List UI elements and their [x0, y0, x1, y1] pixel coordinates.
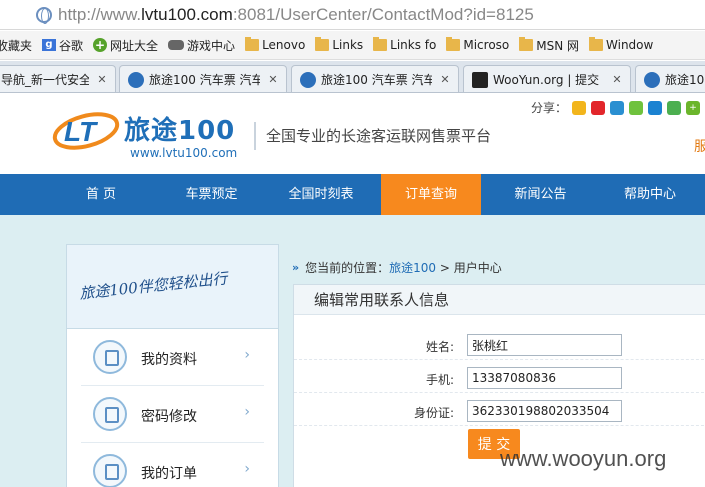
nav-timetable[interactable]: 全国时刻表: [261, 174, 381, 215]
main-nav: 首 页 车票预定 全国时刻表 订单查询 新闻公告 帮助中心: [0, 174, 705, 215]
pencil-icon: [93, 454, 127, 487]
site-slogan: 全国专业的长途客运联网售票平台: [266, 127, 492, 145]
nav-order-query[interactable]: 订单查询: [381, 174, 481, 215]
folder-icon: [373, 37, 388, 51]
form-row-phone: 手机:: [294, 363, 705, 393]
kaixin-icon[interactable]: [667, 100, 682, 115]
logo-text[interactable]: 旅途100: [124, 110, 235, 147]
bookmark-links-for[interactable]: Links fo: [373, 37, 436, 52]
close-icon[interactable]: ✕: [438, 73, 452, 86]
renren-icon[interactable]: [610, 100, 625, 115]
panel-title: 编辑常用联系人信息: [294, 285, 705, 315]
wooyun-favicon-icon: [472, 71, 488, 88]
bookmark-microsoft[interactable]: Microso: [446, 37, 509, 52]
user-sidebar: 旅途100伴您轻松出行 我的资料 › 密码修改 › 我的订单 ›: [66, 244, 279, 487]
chevron-right-icon: ›: [244, 347, 250, 363]
folder-icon: [519, 37, 534, 51]
sidebar-item-orders[interactable]: 我的订单 ›: [81, 443, 264, 487]
pengyou-icon[interactable]: [629, 100, 644, 115]
sidebar-banner: 旅途100伴您轻松出行: [67, 245, 278, 329]
more-share-icon[interactable]: +: [686, 100, 701, 115]
clipboard-icon: [93, 340, 127, 374]
bookmark-google[interactable]: g 谷歌: [42, 37, 83, 54]
close-icon[interactable]: ✕: [266, 73, 280, 86]
bookmark-lenovo[interactable]: Lenovo: [245, 37, 305, 52]
breadcrumb-home-link[interactable]: 旅途100: [389, 259, 436, 276]
tab-lvtu-2[interactable]: 旅途100 汽车票 汽车 ✕: [291, 65, 459, 92]
nav-ticket-booking[interactable]: 车票预定: [162, 174, 261, 215]
form-row-idcard: 身份证:: [294, 396, 705, 426]
bookmark-links[interactable]: Links: [315, 37, 363, 52]
gamepad-icon: [168, 40, 185, 50]
nav-news[interactable]: 新闻公告: [481, 174, 600, 215]
address-bar[interactable]: http://www.lvtu100.com:8081/UserCenter/C…: [0, 0, 705, 30]
phone-input[interactable]: [467, 367, 622, 389]
sidebar-item-profile[interactable]: 我的资料 ›: [81, 329, 264, 386]
chevron-right-icon: ›: [244, 404, 250, 420]
breadcrumb: » 您当前的位置： 旅途100 > 用户中心: [292, 259, 502, 276]
folder-icon: [245, 37, 260, 51]
folder-icon: [446, 37, 461, 51]
weibo-icon[interactable]: [591, 100, 606, 115]
tab-wooyun[interactable]: WooYun.org | 提交 ✕: [463, 65, 631, 92]
double-arrow-icon: »: [292, 261, 300, 274]
bookmark-hao123[interactable]: + 网址大全: [93, 37, 158, 54]
folder-icon: [315, 37, 330, 51]
phone-label: 手机:: [425, 373, 454, 387]
share-bar: 分享： +: [531, 99, 701, 116]
name-label: 姓名:: [425, 340, 454, 354]
bookmark-windows[interactable]: Window: [589, 37, 653, 52]
sidebar-item-password[interactable]: 密码修改 ›: [81, 386, 264, 443]
qzone-icon[interactable]: [572, 100, 587, 115]
bookmark-msn[interactable]: MSN 网: [519, 37, 579, 54]
nav-help[interactable]: 帮助中心: [600, 174, 700, 215]
url-text[interactable]: http://www.lvtu100.com:8081/UserCenter/C…: [58, 5, 534, 25]
tab-lvtu-1[interactable]: 旅途100 汽车票 汽车 ✕: [119, 65, 287, 92]
lvtu-favicon-icon: [644, 71, 660, 88]
share-label: 分享：: [531, 101, 568, 115]
plus-icon: +: [93, 38, 108, 52]
tab-lvtu-3[interactable]: 旅途100: [635, 65, 705, 92]
bookmark-favorites[interactable]: 收藏夹: [0, 37, 32, 54]
watermark: www.wooyun.org: [500, 446, 667, 471]
tab-strip: 导航_新一代安全 ✕ 旅途100 汽车票 汽车 ✕ 旅途100 汽车票 汽车 ✕…: [0, 61, 705, 93]
name-input[interactable]: [467, 334, 622, 356]
tab-navigation[interactable]: 导航_新一代安全 ✕: [0, 65, 116, 92]
idcard-label: 身份证:: [413, 406, 454, 420]
bookmarks-bar: 收藏夹 g谷歌 +网址大全 游戏中心 Lenovo Links Links fo…: [0, 31, 705, 60]
logo-url: www.lvtu100.com: [130, 146, 238, 160]
close-icon[interactable]: ✕: [95, 73, 109, 86]
globe-icon: [36, 6, 52, 24]
site-header: LT 旅途100 www.lvtu100.com 全国专业的长途客运联网售票平台…: [0, 94, 705, 174]
nav-home[interactable]: 首 页: [40, 174, 162, 215]
lvtu-logo-icon[interactable]: LT: [52, 108, 120, 152]
service-link[interactable]: 服: [694, 136, 705, 156]
chevron-right-icon: ›: [244, 461, 250, 477]
svg-text:LT: LT: [64, 116, 99, 147]
form-row-name: 姓名:: [294, 330, 705, 360]
close-icon[interactable]: ✕: [610, 73, 624, 86]
google-icon: g: [42, 39, 57, 51]
bookmark-games[interactable]: 游戏中心: [168, 37, 235, 54]
qq-icon[interactable]: [648, 100, 663, 115]
slogan-divider: [254, 122, 256, 150]
lvtu-favicon-icon: [300, 71, 316, 88]
idcard-input[interactable]: [467, 400, 622, 422]
breadcrumb-current: 用户中心: [453, 261, 502, 275]
folder-icon: [589, 37, 604, 51]
lvtu-favicon-icon: [128, 71, 144, 88]
lock-icon: [93, 397, 127, 431]
